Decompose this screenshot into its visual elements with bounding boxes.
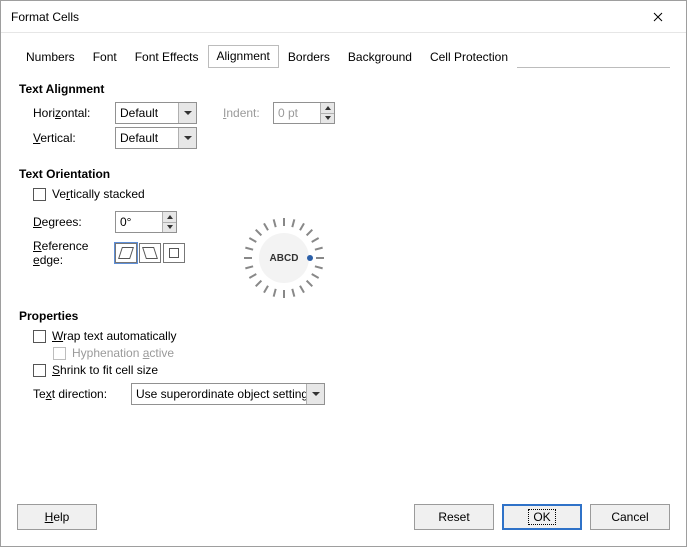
- spin-up-icon: [321, 103, 334, 114]
- indent-value: 0 pt: [278, 106, 298, 120]
- reset-label: Reset: [438, 510, 469, 524]
- tab-borders[interactable]: Borders: [279, 46, 339, 68]
- degrees-label: Degrees:: [19, 215, 115, 229]
- ref-edge-inside[interactable]: [163, 243, 185, 263]
- horizontal-select[interactable]: Default: [115, 102, 197, 124]
- ref-edge-upper[interactable]: [139, 243, 161, 263]
- vertical-select[interactable]: Default: [115, 127, 197, 149]
- tab-body: Text Alignment Horizontal: Default Inden…: [17, 68, 670, 405]
- section-properties: Properties: [19, 309, 668, 323]
- section-text-alignment: Text Alignment: [19, 82, 668, 96]
- spin-down-icon[interactable]: [163, 223, 176, 233]
- dial-handle-icon[interactable]: [307, 255, 313, 261]
- dialog-footer: Help Reset OK Cancel: [1, 488, 686, 546]
- chevron-down-icon: [306, 384, 324, 404]
- dial-text: ABCD: [259, 233, 309, 283]
- orientation-dial[interactable]: ABCD: [239, 213, 329, 303]
- shrink-label: Shrink to fit cell size: [52, 363, 158, 377]
- checkbox-icon: [33, 364, 46, 377]
- wrap-text-checkbox[interactable]: Wrap text automatically: [19, 329, 668, 343]
- text-direction-select[interactable]: Use superordinate object settings: [131, 383, 325, 405]
- tab-numbers[interactable]: Numbers: [17, 46, 84, 68]
- chevron-down-icon: [178, 128, 196, 148]
- indent-spinner: 0 pt: [273, 102, 335, 124]
- vertically-stacked-label: Vertically stacked: [52, 187, 145, 201]
- tab-font-effects[interactable]: Font Effects: [126, 46, 208, 68]
- wrap-text-label: Wrap text automatically: [52, 329, 177, 343]
- horizontal-label: Horizontal:: [19, 106, 115, 120]
- checkbox-icon: [53, 347, 66, 360]
- vertical-value: Default: [120, 131, 158, 145]
- window-title: Format Cells: [11, 10, 638, 24]
- tab-background[interactable]: Background: [339, 46, 421, 68]
- hyphenation-checkbox: Hyphenation active: [19, 346, 668, 360]
- shrink-checkbox[interactable]: Shrink to fit cell size: [19, 363, 668, 377]
- checkbox-icon: [33, 188, 46, 201]
- reference-edge-group: [115, 243, 185, 263]
- degrees-value: 0°: [120, 215, 131, 229]
- horizontal-value: Default: [120, 106, 158, 120]
- vertically-stacked-checkbox[interactable]: Vertically stacked: [19, 187, 668, 201]
- degrees-spinner[interactable]: 0°: [115, 211, 177, 233]
- tab-alignment[interactable]: Alignment: [208, 45, 279, 67]
- help-label: Help: [45, 510, 70, 524]
- tab-strip: Numbers Font Font Effects Alignment Bord…: [17, 45, 670, 68]
- vertical-label: Vertical:: [19, 131, 115, 145]
- ok-label: OK: [528, 509, 555, 525]
- format-cells-dialog: Format Cells Numbers Font Font Effects A…: [0, 0, 687, 547]
- section-text-orientation: Text Orientation: [19, 167, 668, 181]
- dialog-content: Numbers Font Font Effects Alignment Bord…: [1, 33, 686, 488]
- help-button[interactable]: Help: [17, 504, 97, 530]
- hyphenation-label: Hyphenation active: [72, 346, 174, 360]
- cancel-button[interactable]: Cancel: [590, 504, 670, 530]
- text-direction-value: Use superordinate object settings: [136, 387, 314, 401]
- chevron-down-icon: [178, 103, 196, 123]
- spin-down-icon: [321, 114, 334, 124]
- tab-font[interactable]: Font: [84, 46, 126, 68]
- cancel-label: Cancel: [611, 510, 648, 524]
- spin-up-icon[interactable]: [163, 212, 176, 223]
- checkbox-icon: [33, 330, 46, 343]
- close-icon: [653, 9, 663, 25]
- close-button[interactable]: [638, 3, 678, 31]
- reference-edge-label: Reference edge:: [19, 239, 115, 267]
- reset-button[interactable]: Reset: [414, 504, 494, 530]
- indent-label: Indent:: [223, 106, 273, 120]
- ref-edge-lower[interactable]: [115, 243, 137, 263]
- ok-button[interactable]: OK: [502, 504, 582, 530]
- tab-cell-protection[interactable]: Cell Protection: [421, 46, 517, 68]
- titlebar: Format Cells: [1, 1, 686, 33]
- text-direction-label: Text direction:: [19, 387, 131, 401]
